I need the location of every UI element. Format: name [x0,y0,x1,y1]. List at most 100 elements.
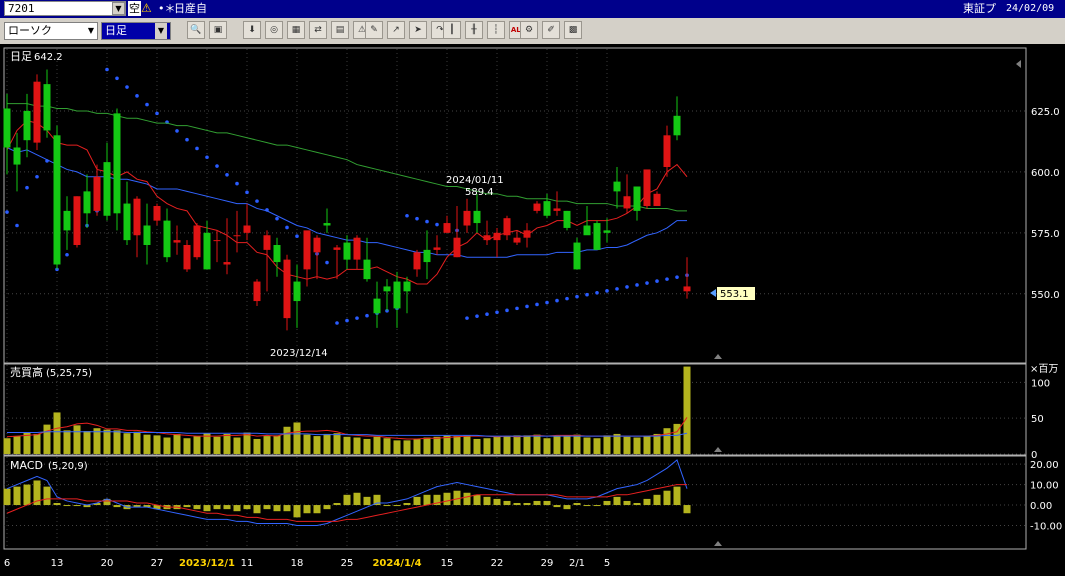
x-tick-label: 5 [604,558,610,569]
volume-bar [603,435,611,454]
tools-icon[interactable]: ✐ [542,21,560,39]
sar-dot [605,289,609,293]
settings-icon[interactable]: ⚙ [520,21,538,39]
macd-histogram-bar [673,486,681,506]
x-tick-label: 29 [541,558,554,569]
zoom-icon[interactable]: 🔍 [187,21,205,39]
candle-body [473,210,481,224]
macd-histogram-bar [333,503,341,506]
stock-code-input[interactable]: 7201 [4,1,126,16]
annotation-high-value: 589.4 [465,187,494,198]
macd-histogram-bar [573,503,581,506]
macd-histogram-bar [23,484,31,506]
table-icon[interactable]: ▦ [287,21,305,39]
search-chart-icon[interactable]: ◎ [265,21,283,39]
candle-body [563,210,571,228]
sar-dot [485,312,489,317]
grid-icon[interactable]: ▤ [331,21,349,39]
annotation-low-date: 2023/12/14 [270,348,328,359]
candle-body [483,235,491,241]
volume-bar [53,412,61,454]
candle-body [403,281,411,292]
candle-outline-icon[interactable]: ╫ [465,21,483,39]
code-dropdown-icon[interactable]: ▼ [112,2,125,15]
candle-icon[interactable]: ┃ [443,21,461,39]
macd-histogram-bar [253,505,261,514]
volume-unit: ×百万 [1030,363,1058,375]
macd-histogram-bar [313,505,321,514]
candle-body [233,235,241,237]
macd-histogram-bar [463,492,471,506]
volume-bar [463,435,471,454]
x-tick-label: 18 [291,558,304,569]
sar-dot [615,287,619,291]
sar-dot [245,190,249,195]
volume-bar [523,435,531,454]
candle-body [583,225,591,236]
sar-dot [435,222,439,227]
x-tick-label: 25 [341,558,354,569]
pencil-icon[interactable]: ✎ [365,21,383,39]
macd-histogram-bar [303,505,311,514]
line-draw-icon[interactable]: ↗ [387,21,405,39]
sar-dot [425,219,429,224]
volume-bar [283,426,291,454]
candle-body [683,286,691,292]
volume-bar [33,433,41,454]
sar-dot [505,308,509,313]
macd-histogram-bar [603,500,611,506]
chart-window: { "window": { "code": "7201", "badge": "… [0,0,1065,576]
macd-histogram-bar [623,500,631,506]
compare-icon[interactable]: ⇄ [309,21,327,39]
period-select[interactable]: 日足 ▼ [101,22,171,40]
candle-body [333,247,341,250]
candle-body [3,108,11,148]
macd-histogram-bar [213,505,221,510]
sar-dot [205,155,209,160]
window-icon[interactable]: ▣ [209,21,227,39]
sar-dot [635,283,639,287]
macd-histogram-bar [323,505,331,510]
macd-panel-title: MACD [10,459,43,472]
x-tick-label: 11 [241,558,254,569]
macd-histogram-bar [533,500,541,506]
macd-histogram-bar [223,505,231,510]
candle-body [513,237,521,243]
candle-body [133,198,141,236]
volume-bar [193,436,201,454]
sar-dot [235,181,239,186]
x-tick-label: 6 [4,558,10,569]
candle-body [323,223,331,226]
candle-small-icon[interactable]: ┆ [487,21,505,39]
macd-histogram-bar [513,503,521,506]
sar-dot [625,285,629,289]
volume-bar [163,437,171,454]
sar-dot [565,296,569,301]
volume-bar [143,434,151,454]
x-tick-label: 15 [441,558,454,569]
price-tick-label: 600.0 [1031,168,1060,179]
volume-bar [343,436,351,454]
name-prefix: •＊ [158,2,176,15]
macd-histogram-bar [613,496,621,506]
volume-bar [493,436,501,454]
volume-bar [683,366,691,454]
price-high-label: 642.2 [34,52,63,63]
sar-dot [335,321,339,325]
volume-bar [183,438,191,454]
download-icon[interactable]: ⬇ [243,21,261,39]
chart-type-select[interactable]: ローソク ▼ [4,22,98,40]
cursor-icon[interactable]: ➤ [409,21,427,39]
sar-dot [295,234,299,239]
candle-body [173,240,181,243]
candle-body [23,110,31,141]
candle-body [223,262,231,265]
palette-icon[interactable]: ▩ [564,21,582,39]
price-tick-label: 550.0 [1031,290,1060,301]
sar-dot [175,129,179,133]
macd-histogram-bar [273,505,281,512]
volume-bar [323,433,331,454]
sar-dot [5,210,9,214]
candle-body [253,281,261,302]
macd-histogram-bar [63,505,71,507]
